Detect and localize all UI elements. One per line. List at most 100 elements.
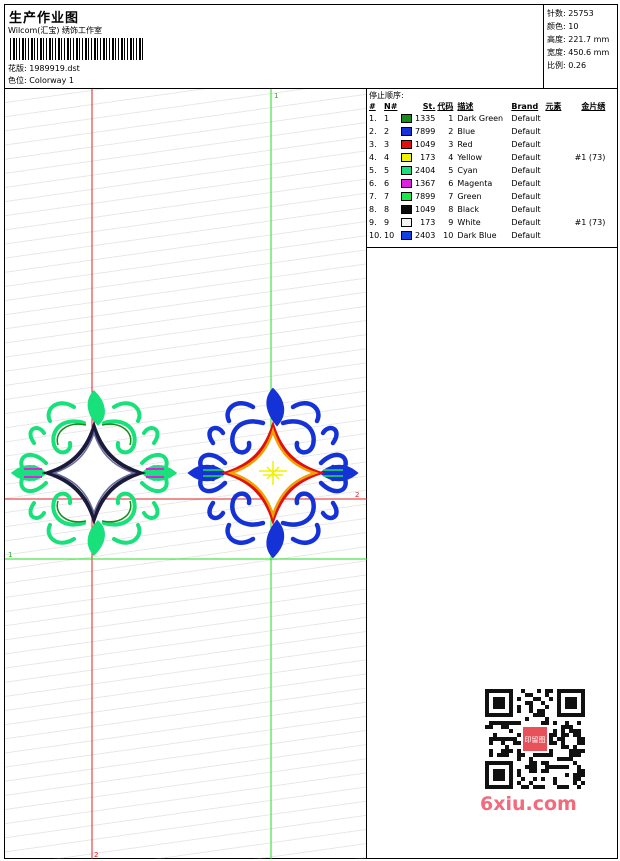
thread-row-code: 2 xyxy=(448,127,454,136)
thread-row-brand: Default xyxy=(511,218,541,227)
col-header-description: 描述 xyxy=(457,101,474,111)
thread-row-stitches: 173 xyxy=(420,153,436,162)
thread-row-needle: 3 xyxy=(384,140,390,149)
design-barcode xyxy=(10,38,143,60)
left-embroidery-motif xyxy=(10,390,178,556)
thread-row: 7. 7 7899 7 Green Default xyxy=(367,190,606,203)
thread-row-element xyxy=(544,229,572,242)
thread-row-index: 10. xyxy=(369,231,382,240)
thread-color-swatch xyxy=(401,153,412,162)
thread-color-swatch xyxy=(401,205,412,214)
thread-row-stitches: 7899 xyxy=(415,192,436,201)
thread-row-element xyxy=(544,164,572,177)
thread-row-index: 5. xyxy=(369,166,377,175)
thread-row-swatch xyxy=(400,125,414,138)
sheet-title: 生产作业图 xyxy=(9,11,80,26)
thread-row-stitches: 7899 xyxy=(415,127,436,136)
thread-row-code: 7 xyxy=(448,192,454,201)
thread-row-element xyxy=(544,125,572,138)
thread-row-index: 8. xyxy=(369,205,377,214)
thread-row-stitches: 1049 xyxy=(415,140,436,149)
thread-row-stitches: 1367 xyxy=(415,179,436,188)
thread-row-sequin xyxy=(572,125,606,138)
thread-row-needle: 2 xyxy=(384,127,390,136)
thread-row-index: 2. xyxy=(369,127,377,136)
thread-row-stitches: 2403 xyxy=(415,231,436,240)
embroidery-preview: 1 1 2 2 xyxy=(5,89,367,859)
col-header-sequin: 金片绣 xyxy=(581,101,606,111)
thread-row-element xyxy=(544,203,572,216)
thread-row-description: Magenta xyxy=(457,179,493,188)
thread-row: 10. 10 2403 10 Dark Blue Default xyxy=(367,229,606,242)
col-header-stitches: St. xyxy=(422,101,436,111)
thread-row-index: 1. xyxy=(369,114,377,123)
thread-row-swatch xyxy=(400,229,414,242)
thread-row-swatch xyxy=(400,177,414,190)
colorway-label: 色位: xyxy=(8,76,27,85)
thread-row: 5. 5 2404 5 Cyan Default xyxy=(367,164,606,177)
thread-row-brand: Default xyxy=(511,153,541,162)
thread-row-sequin xyxy=(572,112,606,125)
thread-row-needle: 7 xyxy=(384,192,390,201)
thread-row-description: Dark Green xyxy=(457,114,504,123)
thread-row-code: 5 xyxy=(448,166,454,175)
col-header-needle: N# xyxy=(384,101,398,111)
thread-row-element xyxy=(544,216,572,229)
thread-row-sequin: #1 (73) xyxy=(574,218,606,227)
thread-row-sequin xyxy=(572,229,606,242)
design-stats-panel: 针数: 25753 颜色: 10 高度: 221.7 mm 宽度: 450.6 … xyxy=(543,5,617,89)
thread-row-swatch xyxy=(400,112,414,125)
thread-row-swatch xyxy=(400,190,414,203)
col-header-swatch xyxy=(400,100,414,112)
thread-row-brand: Default xyxy=(511,192,541,201)
thread-row: 6. 6 1367 6 Magenta Default xyxy=(367,177,606,190)
design-file-label: 花版: xyxy=(8,64,27,73)
thread-row-brand: Default xyxy=(511,114,541,123)
thread-row-description: White xyxy=(457,218,481,227)
thread-row-needle: 5 xyxy=(384,166,390,175)
thread-row-description: Red xyxy=(457,140,473,149)
thread-row-needle: 10 xyxy=(384,231,395,240)
thread-table: # N# St. 代码 描述 Brand 元素 金片绣 1. 1 1335 1 Dark… xyxy=(367,100,606,242)
thread-row: 9. 9 173 9 White Default #1 (73) xyxy=(367,216,606,229)
thread-row-brand: Default xyxy=(511,231,541,240)
thread-color-swatch xyxy=(401,179,412,188)
thread-row-needle: 1 xyxy=(384,114,390,123)
thread-row-stitches: 173 xyxy=(420,218,436,227)
thread-row-swatch xyxy=(400,216,414,229)
design-width: 宽度: 450.6 mm xyxy=(547,48,610,57)
thread-row-description: Green xyxy=(457,192,482,201)
thread-row: 1. 1 1335 1 Dark Green Default xyxy=(367,112,606,125)
thread-row-brand: Default xyxy=(511,205,541,214)
thread-row-description: Dark Blue xyxy=(457,231,497,240)
thread-row: 3. 3 1049 3 Red Default xyxy=(367,138,606,151)
production-sheet: 生产作业图 Wilcom(汇宝) 绣饰工作室 花版: 1989919.dst 色… xyxy=(4,4,618,859)
thread-row-element xyxy=(544,112,572,125)
thread-table-header-row: # N# St. 代码 描述 Brand 元素 金片绣 xyxy=(367,100,606,112)
thread-row-sequin: #1 (73) xyxy=(574,153,606,162)
col-header-element: 元素 xyxy=(545,101,562,111)
thread-row-brand: Default xyxy=(511,127,541,136)
thread-row-code: 4 xyxy=(448,153,454,162)
qr-code-graphic: 印留图 xyxy=(485,689,585,789)
design-height: 高度: 221.7 mm xyxy=(547,35,610,44)
thread-row-swatch xyxy=(400,203,414,216)
col-header-code: 代码 xyxy=(437,101,454,111)
thread-color-swatch xyxy=(401,140,412,149)
thread-row-brand: Default xyxy=(511,179,541,188)
embroidery-canvas[interactable]: 1 1 2 2 xyxy=(5,89,367,859)
thread-row-description: Black xyxy=(457,205,480,214)
guide-marker-top: 1 xyxy=(274,92,278,100)
thread-table-body: 1. 1 1335 1 Dark Green Default 2. 2 7899 2 Blue Def… xyxy=(367,112,606,242)
thread-row-swatch xyxy=(400,138,414,151)
thread-row-needle: 9 xyxy=(384,218,390,227)
thread-row-description: Cyan xyxy=(457,166,478,175)
colorway-line: 色位: Colorway 1 xyxy=(8,75,74,86)
thread-row: 8. 8 1049 8 Black Default xyxy=(367,203,606,216)
thread-row-sequin xyxy=(572,164,606,177)
thread-color-swatch xyxy=(401,218,412,227)
thread-row-sequin xyxy=(572,177,606,190)
thread-row-element xyxy=(544,151,572,164)
software-studio-label: Wilcom(汇宝) 绣饰工作室 xyxy=(8,26,103,35)
right-embroidery-motif xyxy=(187,387,359,559)
